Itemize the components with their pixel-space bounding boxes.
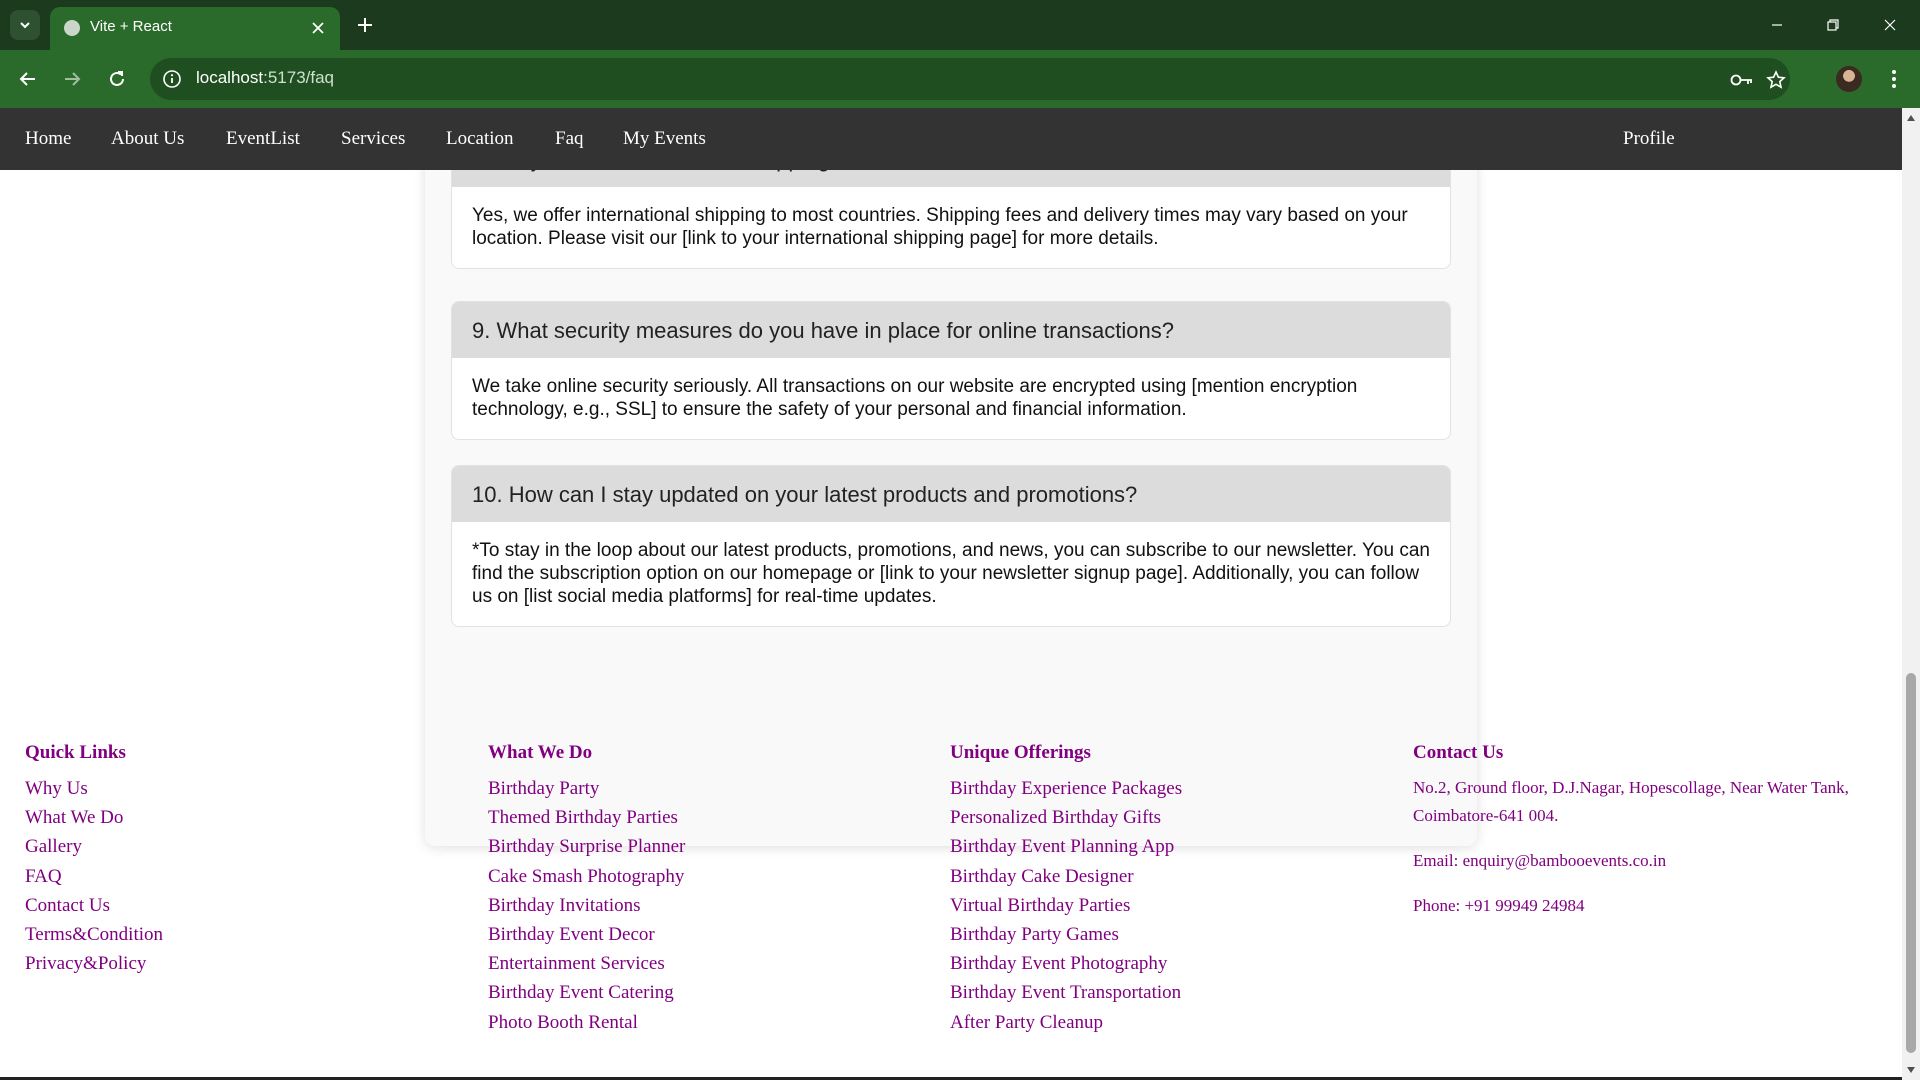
info-icon[interactable] bbox=[162, 69, 182, 89]
key-icon bbox=[1730, 74, 1752, 86]
close-icon bbox=[312, 22, 324, 34]
footer-link[interactable]: Gallery bbox=[25, 832, 163, 861]
reload-icon bbox=[110, 71, 124, 86]
faq-answer: *To stay in the loop about our latest pr… bbox=[472, 540, 1430, 607]
forward-button[interactable] bbox=[58, 65, 86, 93]
nav-link-location[interactable]: Location bbox=[446, 128, 514, 150]
footer-quick-links: Quick Links Why Us What We Do Gallery FA… bbox=[25, 742, 163, 978]
footer-link[interactable]: Birthday Event Transportation bbox=[950, 978, 1182, 1007]
star-icon bbox=[1766, 70, 1786, 89]
footer-link[interactable]: Birthday Experience Packages bbox=[950, 774, 1182, 803]
footer-heading: Quick Links bbox=[25, 742, 126, 763]
tab-search-button[interactable] bbox=[10, 10, 40, 40]
arrow-right-icon bbox=[65, 72, 81, 86]
footer-link[interactable]: Contact Us bbox=[25, 891, 163, 920]
page-scrollbar[interactable] bbox=[1902, 108, 1920, 1080]
plus-icon bbox=[358, 18, 372, 32]
footer-link[interactable]: Birthday Invitations bbox=[488, 891, 685, 920]
page-content: 8. Do you offer international shipping? … bbox=[0, 170, 1902, 1080]
scrollbar-thumb[interactable] bbox=[1906, 673, 1916, 1053]
scroll-down-arrow-icon[interactable] bbox=[1906, 1065, 1916, 1075]
footer-link[interactable]: Birthday Cake Designer bbox=[950, 862, 1182, 891]
nav-link-eventlist[interactable]: EventList bbox=[226, 128, 300, 150]
back-button[interactable] bbox=[14, 65, 42, 93]
site-navbar: Home About Us EventList Services Locatio… bbox=[0, 108, 1902, 170]
reload-button[interactable] bbox=[103, 65, 131, 93]
scroll-up-arrow-icon[interactable] bbox=[1906, 113, 1916, 123]
footer-link[interactable]: Birthday Party Games bbox=[950, 920, 1182, 949]
footer-link[interactable]: Privacy&Policy bbox=[25, 949, 163, 978]
footer-link[interactable]: Why Us bbox=[25, 774, 163, 803]
faq-answer: Yes, we offer international shipping to … bbox=[472, 205, 1408, 249]
nav-link-services[interactable]: Services bbox=[341, 128, 405, 150]
nav-link-faq[interactable]: Faq bbox=[555, 128, 584, 150]
chevron-down-icon bbox=[20, 22, 30, 29]
url-text[interactable]: localhost:5173/faq bbox=[196, 68, 334, 88]
footer-link[interactable]: Virtual Birthday Parties bbox=[950, 891, 1182, 920]
browser-toolbar: localhost:5173/faq bbox=[0, 50, 1920, 108]
nav-link-my-events[interactable]: My Events bbox=[623, 128, 706, 150]
footer-link[interactable]: Birthday Event Catering bbox=[488, 978, 685, 1007]
browser-tab-active[interactable]: Vite + React bbox=[50, 7, 340, 50]
browser-tab-bar: Vite + React bbox=[0, 0, 1920, 50]
footer-link[interactable]: Cake Smash Photography bbox=[488, 862, 685, 891]
footer-link[interactable]: Photo Booth Rental bbox=[488, 1008, 685, 1037]
footer-heading: Unique Offerings bbox=[950, 742, 1091, 763]
footer-link[interactable]: Themed Birthday Parties bbox=[488, 803, 685, 832]
minimize-button[interactable] bbox=[1757, 8, 1797, 42]
faq-question[interactable]: 8. Do you offer international shipping? bbox=[452, 170, 1450, 187]
footer-link[interactable]: Birthday Event Decor bbox=[488, 920, 685, 949]
footer-heading: What We Do bbox=[488, 742, 593, 763]
faq-item-8: 8. Do you offer international shipping? … bbox=[451, 170, 1451, 269]
footer-link[interactable]: Birthday Surprise Planner bbox=[488, 832, 685, 861]
address-bar[interactable]: localhost:5173/faq bbox=[150, 58, 1790, 100]
footer-link[interactable]: Personalized Birthday Gifts bbox=[950, 803, 1182, 832]
footer-unique-offerings: Unique Offerings Birthday Experience Pac… bbox=[950, 742, 1182, 1037]
close-window-button[interactable] bbox=[1870, 8, 1910, 42]
footer-contact: Contact Us No.2, Ground floor, D.J.Nagar… bbox=[1413, 742, 1883, 920]
footer-link[interactable]: Terms&Condition bbox=[25, 920, 163, 949]
new-tab-button[interactable] bbox=[352, 12, 378, 38]
footer-link[interactable]: Entertainment Services bbox=[488, 949, 685, 978]
minimize-icon bbox=[1772, 24, 1782, 26]
tab-close-button[interactable] bbox=[308, 18, 328, 38]
more-vert-icon bbox=[1892, 70, 1896, 88]
footer-link[interactable]: After Party Cleanup bbox=[950, 1008, 1182, 1037]
profile-avatar[interactable] bbox=[1836, 66, 1862, 92]
faq-question[interactable]: 10. How can I stay updated on your lates… bbox=[452, 466, 1450, 522]
footer-link[interactable]: Birthday Event Planning App bbox=[950, 832, 1182, 861]
footer-what-we-do: What We Do Birthday Party Themed Birthda… bbox=[488, 742, 685, 1037]
close-icon bbox=[1884, 19, 1896, 31]
faq-question[interactable]: 9. What security measures do you have in… bbox=[452, 302, 1450, 358]
bookmark-button[interactable] bbox=[1764, 68, 1788, 92]
contact-email[interactable]: Email: enquiry@bambooevents.co.in bbox=[1413, 847, 1883, 875]
footer-link[interactable]: What We Do bbox=[25, 803, 163, 832]
browser-menu-button[interactable] bbox=[1880, 65, 1908, 93]
footer-heading: Contact Us bbox=[1413, 742, 1504, 763]
nav-link-about-us[interactable]: About Us bbox=[111, 128, 184, 150]
globe-icon bbox=[64, 20, 80, 36]
faq-answer: We take online security seriously. All t… bbox=[472, 376, 1358, 420]
restore-button[interactable] bbox=[1813, 8, 1853, 42]
restore-icon bbox=[1827, 19, 1839, 31]
nav-link-home[interactable]: Home bbox=[25, 128, 71, 150]
password-key-button[interactable] bbox=[1730, 68, 1754, 92]
nav-link-profile[interactable]: Profile bbox=[1623, 128, 1675, 150]
faq-item-10: 10. How can I stay updated on your lates… bbox=[451, 465, 1451, 627]
contact-address: No.2, Ground floor, D.J.Nagar, Hopescoll… bbox=[1413, 778, 1849, 825]
faq-item-9: 9. What security measures do you have in… bbox=[451, 301, 1451, 440]
footer-link[interactable]: Birthday Party bbox=[488, 774, 685, 803]
footer-link[interactable]: Birthday Event Photography bbox=[950, 949, 1182, 978]
footer-link[interactable]: FAQ bbox=[25, 862, 163, 891]
arrow-left-icon bbox=[19, 72, 35, 86]
contact-phone[interactable]: Phone: +91 99949 24984 bbox=[1413, 892, 1883, 920]
tab-title: Vite + React bbox=[90, 18, 172, 35]
